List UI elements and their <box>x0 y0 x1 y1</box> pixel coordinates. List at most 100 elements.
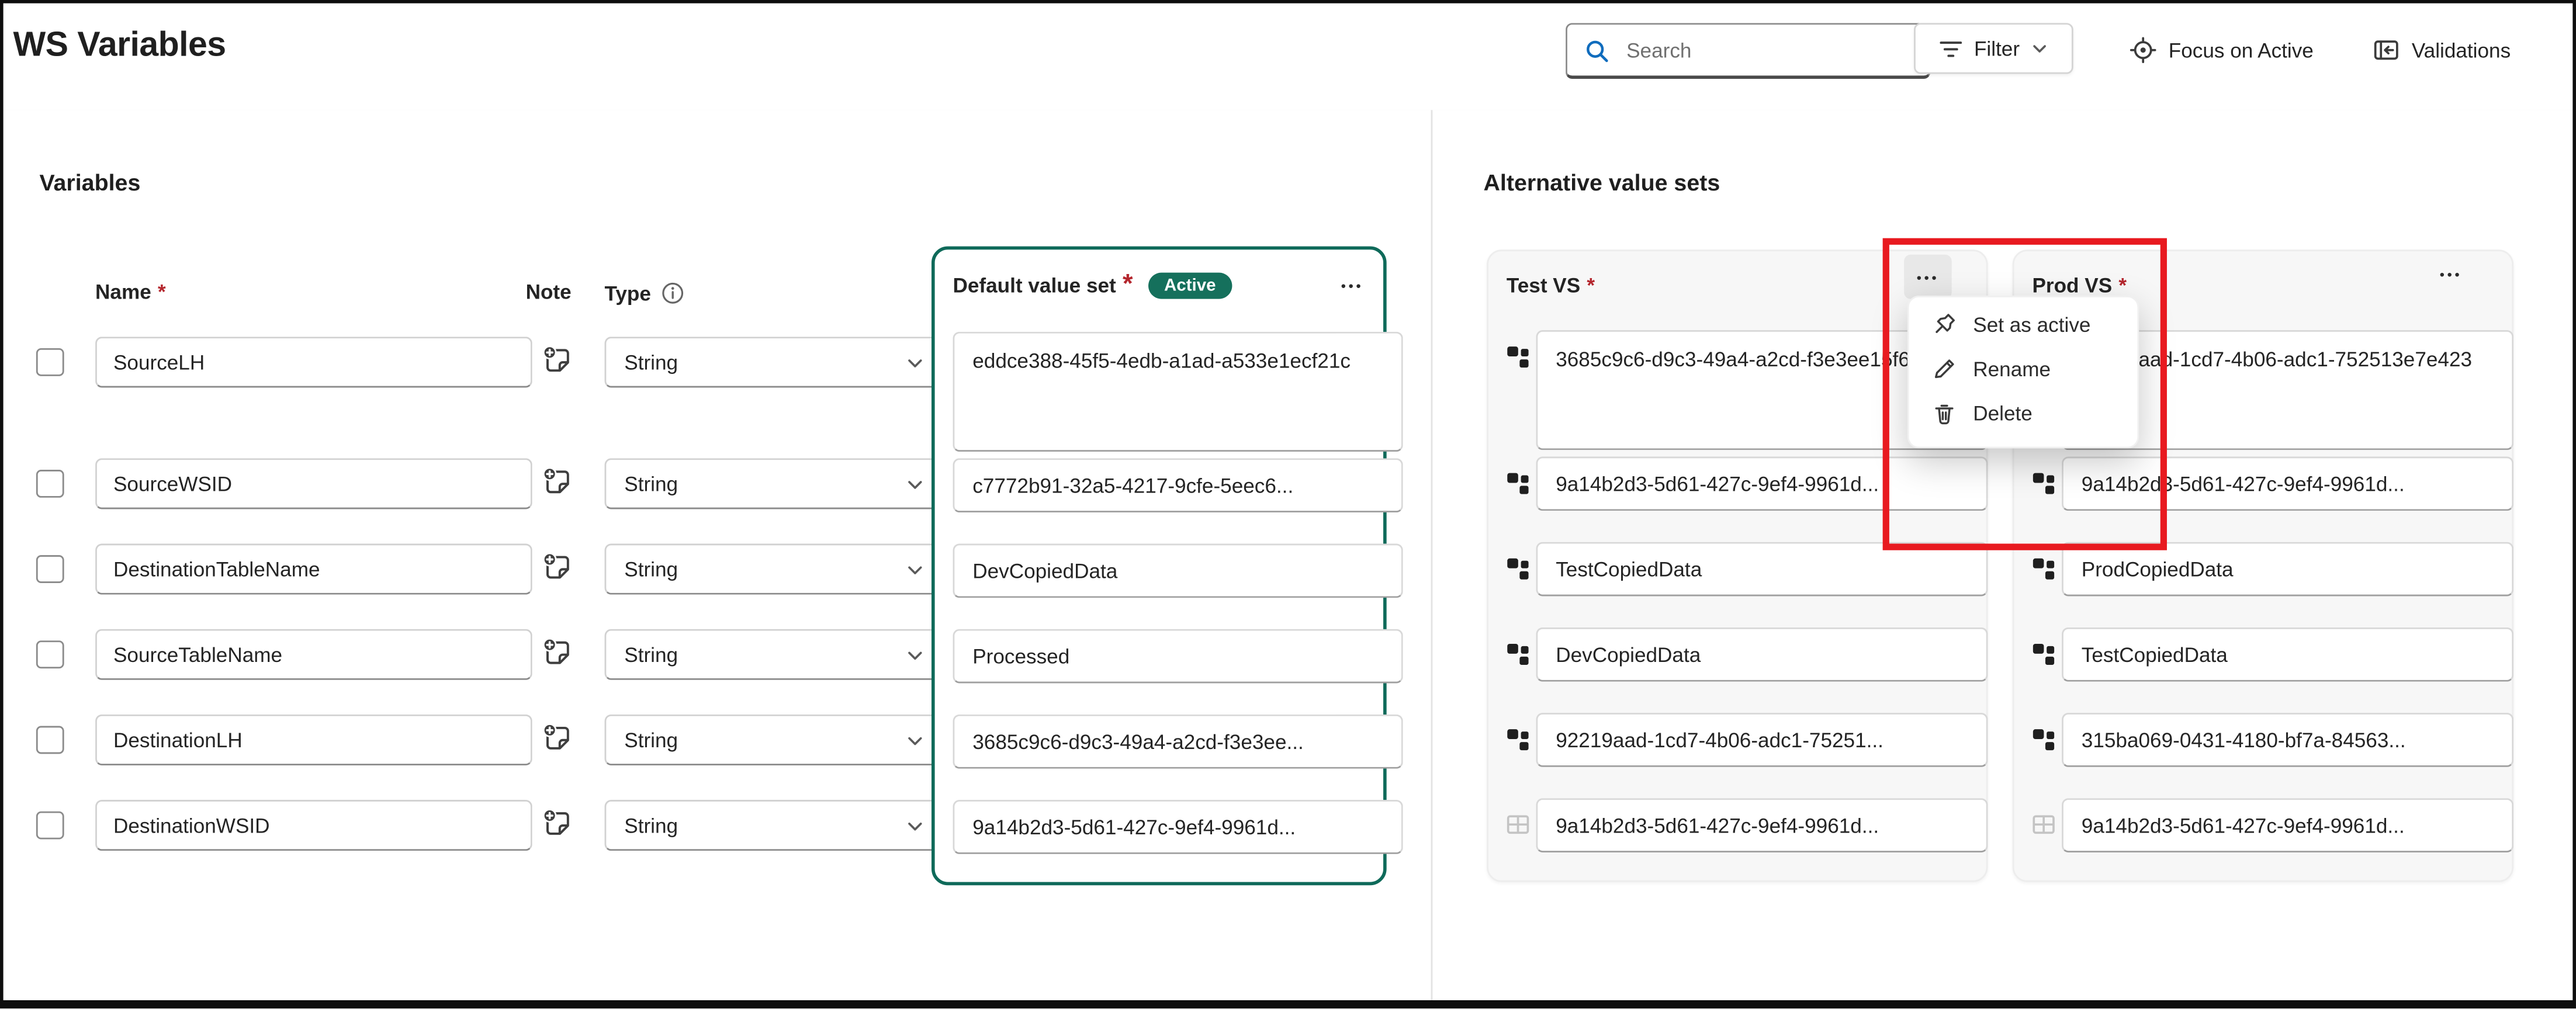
type-dropdown[interactable]: String <box>605 544 943 595</box>
default-value-field[interactable]: Processed <box>953 629 1403 684</box>
value-set-name: Prod VS* <box>2032 274 2127 297</box>
scope-icon <box>2129 36 2157 64</box>
value-set-field[interactable]: 315ba069-0431-4180-bf7a-84563... <box>2062 713 2513 767</box>
variable-name-input[interactable] <box>95 337 532 387</box>
variable-name-input[interactable] <box>95 629 532 680</box>
add-note-icon[interactable] <box>539 721 575 757</box>
filter-icon <box>1938 37 1962 60</box>
variable-set-icon <box>1505 344 1531 370</box>
menu-item-label: Delete <box>1973 401 2033 424</box>
chevron-down-icon <box>905 559 925 579</box>
column-header-note: Note <box>526 281 572 304</box>
type-value: String <box>624 472 678 495</box>
add-note-icon[interactable] <box>539 550 575 587</box>
value-set-field[interactable]: 9a14b2d3-5d61-427c-9ef4-9961d... <box>2062 798 2513 852</box>
value-set-field[interactable]: TestCopiedData <box>2062 627 2513 682</box>
pencil-icon <box>1930 355 1958 383</box>
chevron-down-icon <box>905 816 925 835</box>
type-dropdown[interactable]: String <box>605 337 943 387</box>
row-checkbox[interactable] <box>36 812 64 840</box>
menu-item-label: Set as active <box>1973 313 2090 336</box>
menu-item-delete[interactable]: Delete <box>1909 391 2138 435</box>
value-set-field[interactable]: 9a14b2d3-5d61-427c-9ef4-9961d... <box>1536 798 1988 852</box>
default-value-set-card: Default value set * Active ••• eddce388-… <box>932 247 1387 886</box>
required-asterisk: * <box>1123 271 1133 301</box>
default-value-field[interactable]: c7772b91-32a5-4217-9cfe-5eec6... <box>953 458 1403 512</box>
row-checkbox[interactable] <box>36 640 64 668</box>
more-options-icon[interactable]: ••• <box>1338 271 1367 301</box>
value-set-field[interactable]: 9a14b2d3-5d61-427c-9ef4-9961d... <box>1536 457 1988 511</box>
required-asterisk: * <box>2118 274 2127 297</box>
default-value-field[interactable]: eddce388-45f5-4edb-a1ad-a533e1ecf21c <box>953 332 1403 452</box>
search-box[interactable] <box>1566 23 1930 79</box>
test-vs-more-options-icon[interactable]: ••• <box>1904 255 1952 299</box>
value-set-context-menu: Set as active Rename Delete <box>1907 296 2139 448</box>
add-note-icon[interactable] <box>539 806 575 842</box>
active-badge: Active <box>1148 272 1232 299</box>
page-title: WS Variables <box>13 26 226 65</box>
row-checkbox[interactable] <box>36 726 64 754</box>
variable-name-input[interactable] <box>95 544 532 595</box>
variable-set-icon <box>1505 470 1531 496</box>
value-set-field[interactable]: DevCopiedData <box>1536 627 1988 682</box>
table-grid-icon <box>1505 812 1531 838</box>
value-set-field[interactable]: TestCopiedData <box>1536 542 1988 597</box>
column-header-name: Name* <box>95 281 166 304</box>
value-set-field[interactable]: 9a14b2d3-5d61-427c-9ef4-9961d... <box>2062 457 2513 511</box>
row-checkbox[interactable] <box>36 348 64 376</box>
value-set-field[interactable]: 92219aad-1cd7-4b06-adc1-75251... <box>1536 713 1988 767</box>
add-note-icon[interactable] <box>539 636 575 672</box>
chevron-down-icon <box>905 730 925 750</box>
type-value: String <box>624 643 678 666</box>
variable-set-icon <box>2031 726 2057 753</box>
value-set-field[interactable]: ProdCopiedData <box>2062 542 2513 597</box>
focus-on-active-button[interactable]: Focus on Active <box>2119 34 2323 65</box>
default-value-set-label: Default value set <box>953 274 1116 297</box>
add-note-icon[interactable] <box>539 344 575 380</box>
chevron-down-icon <box>905 352 925 372</box>
variable-name-input[interactable] <box>95 715 532 765</box>
variable-set-icon <box>1505 555 1531 581</box>
variable-set-icon <box>1505 726 1531 753</box>
table-grid-icon <box>2031 812 2057 838</box>
add-note-icon[interactable] <box>539 465 575 501</box>
type-dropdown[interactable]: String <box>605 458 943 509</box>
chevron-down-icon <box>905 474 925 494</box>
type-dropdown[interactable]: String <box>605 800 943 851</box>
filter-label: Filter <box>1974 37 2020 60</box>
default-value-field[interactable]: DevCopiedData <box>953 544 1403 598</box>
menu-item-label: Rename <box>1973 357 2051 380</box>
type-value: String <box>624 729 678 751</box>
variable-set-icon <box>2031 640 2057 667</box>
type-dropdown[interactable]: String <box>605 715 943 765</box>
variables-section-title: Variables <box>39 169 140 196</box>
validations-button[interactable]: Validations <box>2363 34 2521 65</box>
type-value: String <box>624 814 678 837</box>
search-input[interactable] <box>1623 37 1915 63</box>
type-dropdown[interactable]: String <box>605 629 943 680</box>
row-checkbox[interactable] <box>36 555 64 583</box>
default-value-field[interactable]: 9a14b2d3-5d61-427c-9ef4-9961d... <box>953 800 1403 854</box>
required-asterisk: * <box>158 281 166 304</box>
validations-label: Validations <box>2412 39 2511 61</box>
search-icon <box>1584 37 1610 63</box>
filter-button[interactable]: Filter <box>1914 23 2073 74</box>
variable-set-icon <box>2031 470 2057 496</box>
variable-name-input[interactable] <box>95 458 532 509</box>
menu-item-rename[interactable]: Rename <box>1909 346 2138 391</box>
type-value: String <box>624 557 678 580</box>
default-value-field[interactable]: 3685c9c6-d9c3-49a4-a2cd-f3e3ee... <box>953 715 1403 769</box>
menu-item-set-as-active[interactable]: Set as active <box>1909 302 2138 346</box>
app-window: WS Variables Filter Focus on Active <box>0 0 2576 1009</box>
row-checkbox[interactable] <box>36 470 64 498</box>
prod-vs-more-options-icon[interactable]: ••• <box>2436 263 2466 286</box>
required-asterisk: * <box>1587 274 1595 297</box>
column-header-type: Type <box>605 281 685 306</box>
type-value: String <box>624 351 678 373</box>
variable-name-input[interactable] <box>95 800 532 851</box>
chevron-down-icon <box>905 644 925 664</box>
trash-icon <box>1930 399 1958 427</box>
pin-icon <box>1930 310 1958 338</box>
default-value-set-header: Default value set * Active ••• <box>953 271 1366 301</box>
info-icon <box>661 281 685 306</box>
